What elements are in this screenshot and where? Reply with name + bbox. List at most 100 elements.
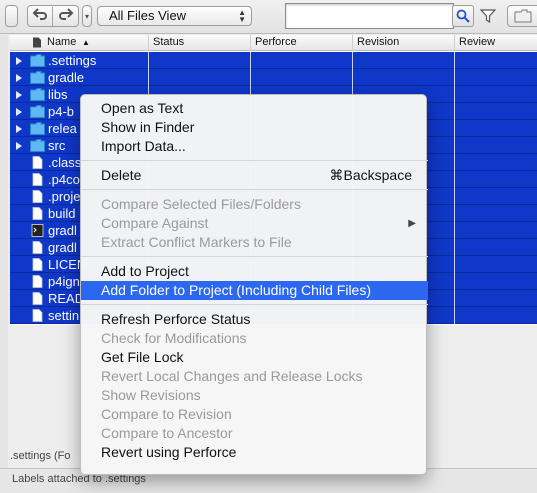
search-button[interactable]: [452, 5, 474, 27]
view-select[interactable]: All Files View ▲ ▼: [97, 6, 252, 26]
menu-item-label: Show in Finder: [101, 119, 195, 135]
menu-separator: [81, 304, 428, 305]
disclosure-triangle-icon[interactable]: [16, 125, 22, 133]
menu-item-get-file-lock[interactable]: Get File Lock: [81, 348, 428, 367]
document-icon: [32, 173, 43, 186]
column-header-review[interactable]: Review: [454, 35, 537, 51]
folder-icon: [30, 88, 45, 101]
menu-item-compare-against[interactable]: Compare Against ▶: [81, 214, 428, 233]
column-separator: [454, 120, 455, 137]
column-header-revision[interactable]: Revision: [352, 35, 454, 51]
menu-item-label: Get File Lock: [101, 349, 184, 365]
redo-icon[interactable]: [53, 7, 78, 26]
menu-separator: [81, 189, 428, 190]
menu-item-label: Revert using Perforce: [101, 444, 237, 460]
menu-item-refresh-perforce-status[interactable]: Refresh Perforce Status: [81, 310, 428, 329]
column-separator: [454, 171, 455, 188]
document-icon: [32, 309, 43, 322]
column-separator: [454, 137, 455, 154]
menu-item-compare-selected-files-folders[interactable]: Compare Selected Files/Folders: [81, 195, 428, 214]
column-header-name-label: Name: [47, 36, 77, 48]
column-header-status[interactable]: Status: [148, 35, 250, 51]
menu-item-label: Compare Selected Files/Folders: [101, 196, 301, 212]
column-separator: [454, 52, 455, 69]
menu-item-delete[interactable]: Delete ⌘Backspace: [81, 166, 428, 185]
folder-button[interactable]: [507, 5, 537, 27]
column-separator: [454, 290, 455, 307]
column-separator: [148, 52, 149, 69]
folder-icon: [30, 54, 45, 67]
document-icon: [32, 207, 43, 220]
selection-status: .settings (Fo: [10, 450, 71, 462]
search-input[interactable]: [285, 3, 454, 29]
undo-redo-group: [27, 5, 79, 27]
column-separator: [454, 86, 455, 103]
menu-item-label: Open as Text: [101, 100, 184, 116]
menu-separator: [81, 160, 428, 161]
menu-item-label: Add Folder to Project (Including Child F…: [101, 282, 372, 298]
column-separator: [454, 256, 455, 273]
column-separator: [250, 52, 251, 69]
disclosure-triangle-icon[interactable]: [16, 108, 22, 116]
table-row[interactable]: .settings: [10, 52, 537, 69]
terminal-file-icon: [31, 224, 44, 237]
menu-item-check-for-modifications[interactable]: Check for Modifications: [81, 329, 428, 348]
column-separator: [352, 69, 353, 86]
menu-item-label: Compare Against: [101, 215, 209, 231]
sort-ascending-icon: ▲: [82, 38, 90, 47]
row-name: libs: [48, 87, 68, 102]
menu-item-open-as-text[interactable]: Open as Text: [81, 99, 428, 118]
row-name: gradl: [48, 223, 77, 238]
left-edge-strip: [0, 35, 8, 493]
column-separator: [454, 154, 455, 171]
menu-item-add-folder-to-project-including-child-files[interactable]: Add Folder to Project (Including Child F…: [81, 281, 428, 300]
menu-item-label: Compare to Revision: [101, 406, 232, 422]
history-dropdown-button[interactable]: ▾: [82, 5, 92, 27]
column-separator: [454, 69, 455, 86]
document-icon: [32, 275, 43, 288]
toolbar-left-handle[interactable]: [5, 5, 18, 27]
row-name: settin: [48, 308, 80, 323]
menu-item-show-in-finder[interactable]: Show in Finder: [81, 118, 428, 137]
disclosure-triangle-icon[interactable]: [16, 142, 22, 150]
menu-item-extract-conflict-markers-to-file[interactable]: Extract Conflict Markers to File: [81, 233, 428, 252]
menu-item-label: Delete: [101, 167, 142, 183]
menu-separator: [81, 256, 428, 257]
disclosure-triangle-icon[interactable]: [16, 74, 22, 82]
menu-item-revert-local-changes-and-release-locks[interactable]: Revert Local Changes and Release Locks: [81, 367, 428, 386]
disclosure-triangle-icon[interactable]: [16, 57, 22, 65]
row-name: .settings: [48, 53, 97, 68]
menu-item-label: Import Data...: [101, 138, 186, 154]
row-name: .proje: [48, 189, 81, 204]
row-name: p4-b: [48, 104, 75, 119]
column-separator: [148, 69, 149, 86]
row-name: p4ign: [48, 274, 80, 289]
table-row[interactable]: gradle: [10, 69, 537, 86]
folder-icon: [30, 122, 45, 135]
menu-item-revert-using-perforce[interactable]: Revert using Perforce: [81, 443, 428, 462]
column-separator: [454, 273, 455, 290]
folder-icon: [30, 105, 45, 118]
undo-icon[interactable]: [28, 6, 54, 26]
menu-item-label: Compare to Ancestor: [101, 425, 233, 441]
menu-item-label: Refresh Perforce Status: [101, 311, 251, 327]
menu-item-show-revisions[interactable]: Show Revisions: [81, 386, 428, 405]
column-separator: [250, 69, 251, 86]
menu-item-label: Check for Modifications: [101, 330, 247, 346]
menu-item-compare-to-ancestor[interactable]: Compare to Ancestor: [81, 424, 428, 443]
column-header-name[interactable]: Name ▲: [10, 35, 148, 51]
row-name: READ: [48, 291, 85, 306]
select-arrows-icon: ▲ ▼: [238, 8, 246, 24]
menu-item-add-to-project[interactable]: Add to Project: [81, 262, 428, 281]
toolbar: ▾ All Files View ▲ ▼: [0, 0, 537, 34]
column-separator: [454, 222, 455, 239]
menu-item-compare-to-revision[interactable]: Compare to Revision: [81, 405, 428, 424]
row-name: src: [48, 138, 66, 153]
disclosure-triangle-icon[interactable]: [16, 91, 22, 99]
filter-icon[interactable]: [479, 8, 497, 29]
menu-item-label: Show Revisions: [101, 387, 201, 403]
view-select-value: All Files View: [109, 8, 187, 23]
context-menu: Open as Text Show in Finder Import Data...…: [80, 94, 428, 475]
menu-item-import-data[interactable]: Import Data...: [81, 137, 428, 156]
column-header-perforce[interactable]: Perforce: [250, 35, 352, 51]
